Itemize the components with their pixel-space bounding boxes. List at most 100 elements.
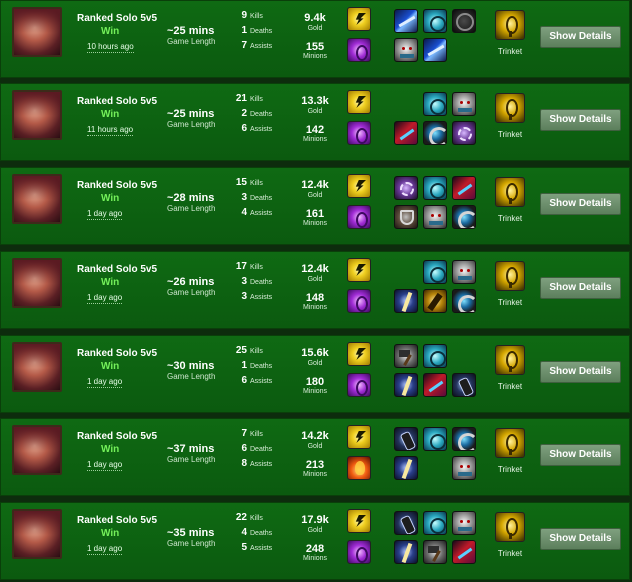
champion-portrait-icon [14, 427, 60, 451]
flash-icon[interactable] [347, 509, 371, 533]
skull-item-icon[interactable] [452, 511, 476, 535]
gauntlet-item-icon[interactable] [452, 373, 476, 397]
trinket-icon[interactable] [495, 428, 525, 458]
match-row[interactable]: Ranked Solo 5v5 Win 10 hours ago ~25 mins Ga… [0, 0, 630, 78]
purple-spell-icon[interactable] [347, 373, 371, 397]
frost-item-icon[interactable] [423, 511, 447, 535]
show-details-button[interactable]: Show Details [540, 193, 621, 215]
frost-item-icon[interactable] [423, 344, 447, 368]
frost-item-icon[interactable] [423, 260, 447, 284]
purple-spell-icon[interactable] [347, 205, 371, 229]
flash-icon[interactable] [347, 425, 371, 449]
skull-item-icon[interactable] [423, 205, 447, 229]
gold-item-icon[interactable] [423, 289, 447, 313]
kills-value: 22 [235, 512, 247, 523]
frost-item-icon[interactable] [423, 92, 447, 116]
time-ago[interactable]: 10 hours ago [87, 42, 134, 53]
flash-icon[interactable] [347, 174, 371, 198]
swirl-item-icon[interactable] [423, 121, 447, 145]
deaths-label: Deaths [250, 111, 273, 118]
trinket-icon[interactable] [495, 512, 525, 542]
gold-value: 15.6k [301, 347, 329, 359]
champion-avatar[interactable] [12, 342, 62, 392]
match-row[interactable]: Ranked Solo 5v5 Win 11 hours ago ~25 mins Ga… [0, 83, 630, 161]
show-details-button[interactable]: Show Details [540, 444, 621, 466]
gold-label: Gold [307, 443, 323, 450]
game-duration: ~26 mins [167, 276, 215, 288]
champion-avatar[interactable] [12, 7, 62, 57]
trinket-icon[interactable] [495, 261, 525, 291]
champion-avatar[interactable] [12, 90, 62, 140]
sword-item-icon[interactable] [394, 373, 418, 397]
skull-item-icon[interactable] [452, 260, 476, 284]
red-item-icon[interactable] [452, 176, 476, 200]
trinket-icon[interactable] [495, 93, 525, 123]
show-details-button[interactable]: Show Details [540, 26, 621, 48]
frost-item-icon[interactable] [423, 9, 447, 33]
time-ago[interactable]: 1 day ago [87, 209, 123, 220]
champion-portrait-icon [14, 92, 60, 116]
show-details-button[interactable]: Show Details [540, 528, 621, 550]
purple-spell-icon[interactable] [347, 540, 371, 564]
swirl-item-icon[interactable] [452, 427, 476, 451]
hammer-item-icon[interactable] [423, 540, 447, 564]
gold-label: Gold [307, 192, 323, 199]
purple-item-icon[interactable] [452, 121, 476, 145]
purple-item-icon[interactable] [394, 176, 418, 200]
gauntlet-item-icon[interactable] [394, 427, 418, 451]
time-ago[interactable]: 1 day ago [87, 293, 123, 304]
match-row[interactable]: Ranked Solo 5v5 Win 1 day ago ~26 mins Game … [0, 251, 630, 329]
swirl-item-icon[interactable] [452, 289, 476, 313]
show-details-button[interactable]: Show Details [540, 109, 621, 131]
blade-item-icon[interactable] [394, 9, 418, 33]
ring-item-icon[interactable] [452, 9, 476, 33]
trinket-icon[interactable] [495, 345, 525, 375]
skull-item-icon[interactable] [452, 456, 476, 480]
purple-spell-icon[interactable] [347, 38, 371, 62]
time-ago[interactable]: 1 day ago [87, 460, 123, 471]
frost-item-icon[interactable] [423, 176, 447, 200]
match-row[interactable]: Ranked Solo 5v5 Win 1 day ago ~28 mins Game … [0, 167, 630, 245]
flash-icon[interactable] [347, 7, 371, 31]
show-details-button[interactable]: Show Details [540, 361, 621, 383]
time-ago[interactable]: 1 day ago [87, 544, 123, 555]
skull-item-icon[interactable] [452, 92, 476, 116]
red-item-icon[interactable] [423, 373, 447, 397]
flash-icon[interactable] [347, 90, 371, 114]
match-row[interactable]: Ranked Solo 5v5 Win 1 day ago ~30 mins Game … [0, 335, 630, 413]
champion-avatar[interactable] [12, 425, 62, 475]
sword-item-icon[interactable] [394, 289, 418, 313]
skull-item-icon[interactable] [394, 38, 418, 62]
minions-label: Minions [302, 136, 328, 143]
champion-avatar[interactable] [12, 258, 62, 308]
show-details-button[interactable]: Show Details [540, 277, 621, 299]
time-ago[interactable]: 1 day ago [87, 377, 123, 388]
champion-avatar[interactable] [12, 509, 62, 559]
match-row[interactable]: Ranked Solo 5v5 Win 1 day ago ~37 mins Game … [0, 418, 630, 496]
hammer-item-icon[interactable] [394, 344, 418, 368]
assists-value: 4 [241, 207, 247, 218]
trinket-icon[interactable] [495, 177, 525, 207]
champion-portrait-icon [14, 9, 60, 33]
sword-item-icon[interactable] [394, 456, 418, 480]
assists-value: 8 [241, 458, 247, 469]
champion-avatar[interactable] [12, 174, 62, 224]
red-item-icon[interactable] [394, 121, 418, 145]
sword-blue-item-icon[interactable] [423, 38, 447, 62]
red-item-icon[interactable] [452, 540, 476, 564]
gauntlet-item-icon[interactable] [394, 511, 418, 535]
flash-icon[interactable] [347, 258, 371, 282]
shield-item-icon[interactable] [394, 205, 418, 229]
flash-icon[interactable] [347, 342, 371, 366]
time-ago[interactable]: 11 hours ago [87, 125, 134, 136]
purple-spell-icon[interactable] [347, 289, 371, 313]
minions-value: 148 [305, 292, 325, 304]
gold-label: Gold [307, 276, 323, 283]
sword-item-icon[interactable] [394, 540, 418, 564]
ignite-icon[interactable] [347, 456, 371, 480]
swirl-item-icon[interactable] [452, 205, 476, 229]
frost-item-icon[interactable] [423, 427, 447, 451]
trinket-icon[interactable] [495, 10, 525, 40]
purple-spell-icon[interactable] [347, 121, 371, 145]
match-row[interactable]: Ranked Solo 5v5 Win 1 day ago ~35 mins Game … [0, 502, 630, 580]
